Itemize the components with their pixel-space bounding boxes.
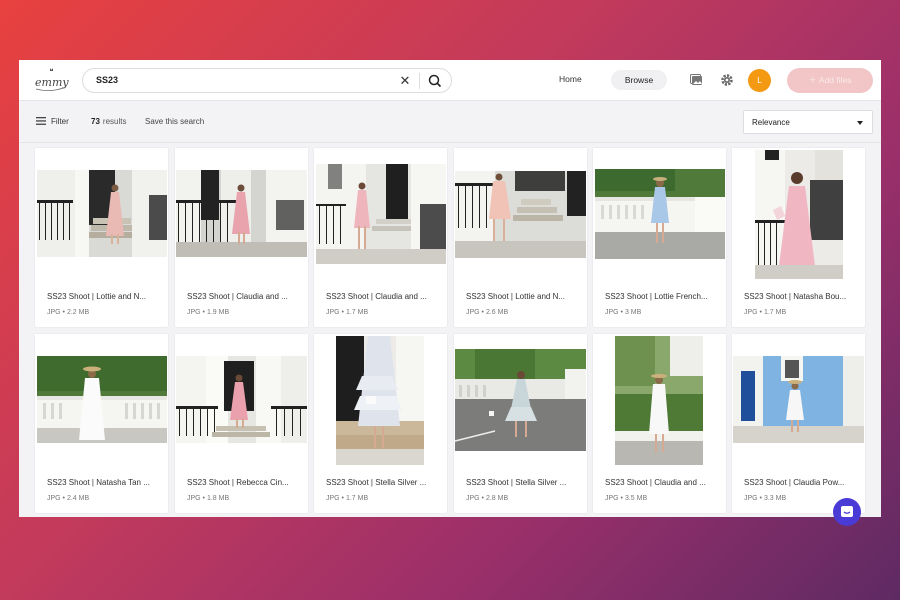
asset-card[interactable]: SS23 Shoot | Stella Silver ... JPG • 2.8… bbox=[454, 334, 587, 513]
nav-home[interactable]: Home bbox=[559, 74, 582, 84]
add-files-button[interactable]: ＋ Add files bbox=[787, 68, 873, 93]
asset-thumbnail[interactable] bbox=[455, 171, 586, 258]
app-window: emmy SS23 ✕ Home Browse L ＋ Add files Fi… bbox=[19, 60, 881, 517]
asset-title: SS23 Shoot | Claudia and ... bbox=[326, 292, 427, 301]
asset-thumbnail[interactable] bbox=[176, 356, 307, 443]
asset-thumbnail[interactable] bbox=[595, 169, 725, 259]
results-count: 73 results bbox=[91, 117, 126, 126]
search-bar[interactable]: SS23 ✕ bbox=[82, 68, 452, 93]
search-icon[interactable] bbox=[425, 72, 445, 90]
asset-meta: JPG • 2.2 MB bbox=[47, 309, 90, 316]
asset-card[interactable]: SS23 Shoot | Natasha Bou... JPG • 1.7 MB bbox=[732, 148, 865, 327]
search-input[interactable]: SS23 bbox=[96, 75, 118, 85]
filter-button[interactable]: Filter bbox=[36, 117, 69, 127]
asset-thumbnail[interactable] bbox=[615, 336, 703, 465]
asset-meta: JPG • 1.8 MB bbox=[187, 495, 230, 502]
nav-browse[interactable]: Browse bbox=[611, 70, 667, 90]
top-bar: emmy SS23 ✕ Home Browse L ＋ Add files bbox=[19, 60, 881, 101]
asset-title: SS23 Shoot | Lottie French... bbox=[605, 292, 708, 301]
asset-grid: SS23 Shoot | Lottie and N... JPG • 2.2 M… bbox=[35, 148, 875, 517]
chat-launcher[interactable] bbox=[833, 498, 861, 526]
asset-meta: JPG • 1.9 MB bbox=[187, 309, 230, 316]
logo-icon[interactable]: emmy bbox=[33, 65, 69, 95]
asset-title: SS23 Shoot | Claudia and ... bbox=[187, 292, 288, 301]
asset-thumbnail[interactable] bbox=[176, 170, 307, 257]
sort-value: Relevance bbox=[752, 118, 790, 127]
asset-title: SS23 Shoot | Rebecca Cin... bbox=[187, 478, 289, 487]
asset-meta: JPG • 2.6 MB bbox=[466, 309, 509, 316]
asset-thumbnail[interactable] bbox=[37, 170, 167, 257]
add-files-label: Add files bbox=[818, 75, 852, 85]
logo-text: emmy bbox=[35, 76, 69, 89]
asset-card[interactable]: SS23 Shoot | Claudia and ... JPG • 3.5 M… bbox=[593, 334, 726, 513]
asset-title: SS23 Shoot | Natasha Bou... bbox=[744, 292, 847, 301]
gallery-icon[interactable] bbox=[689, 72, 705, 88]
asset-meta: JPG • 1.7 MB bbox=[326, 309, 369, 316]
asset-title: SS23 Shoot | Natasha Tan ... bbox=[47, 478, 150, 487]
asset-meta: JPG • 2.4 MB bbox=[47, 495, 90, 502]
asset-thumbnail[interactable] bbox=[37, 356, 167, 443]
asset-title: SS23 Shoot | Lottie and N... bbox=[466, 292, 566, 301]
asset-meta: JPG • 1.7 MB bbox=[326, 495, 369, 502]
asset-thumbnail[interactable] bbox=[336, 336, 424, 465]
filter-label: Filter bbox=[51, 117, 69, 127]
asset-card[interactable]: SS23 Shoot | Lottie and N... JPG • 2.6 M… bbox=[454, 148, 587, 327]
filter-icon bbox=[36, 117, 46, 127]
asset-thumbnail[interactable] bbox=[455, 349, 586, 451]
plus-icon: ＋ bbox=[808, 75, 817, 85]
asset-title: SS23 Shoot | Claudia and ... bbox=[605, 478, 706, 487]
results-label: results bbox=[102, 117, 127, 126]
asset-card[interactable]: SS23 Shoot | Natasha Tan ... JPG • 2.4 M… bbox=[35, 334, 168, 513]
asset-title: SS23 Shoot | Stella Silver ... bbox=[466, 478, 567, 487]
asset-card[interactable]: SS23 Shoot | Lottie and N... JPG • 2.2 M… bbox=[35, 148, 168, 327]
asset-card[interactable]: SS23 Shoot | Claudia and ... JPG • 1.9 M… bbox=[175, 148, 308, 327]
asset-title: SS23 Shoot | Claudia Pow... bbox=[744, 478, 845, 487]
results-toolbar: Filter 73 results Save this search Releva… bbox=[19, 101, 881, 143]
asset-meta: JPG • 1.7 MB bbox=[744, 309, 787, 316]
asset-card[interactable]: SS23 Shoot | Lottie French... JPG • 3 MB bbox=[593, 148, 726, 327]
sort-select[interactable]: Relevance bbox=[743, 110, 873, 134]
asset-meta: JPG • 3.5 MB bbox=[605, 495, 648, 502]
close-icon[interactable]: ✕ bbox=[396, 72, 414, 90]
save-search-link[interactable]: Save this search bbox=[145, 117, 204, 126]
asset-thumbnail[interactable] bbox=[733, 356, 864, 443]
asset-thumbnail[interactable] bbox=[316, 164, 446, 264]
chevron-down-icon bbox=[857, 121, 863, 125]
asset-thumbnail[interactable] bbox=[755, 150, 843, 279]
results-number: 73 bbox=[91, 117, 100, 126]
search-divider bbox=[419, 73, 420, 89]
asset-title: SS23 Shoot | Stella Silver ... bbox=[326, 478, 427, 487]
asset-card[interactable]: SS23 Shoot | Claudia Pow... JPG • 3.3 MB bbox=[732, 334, 865, 513]
asset-meta: JPG • 3.3 MB bbox=[744, 495, 787, 502]
asset-meta: JPG • 3 MB bbox=[605, 309, 642, 316]
asset-card[interactable]: SS23 Shoot | Rebecca Cin... JPG • 1.8 MB bbox=[175, 334, 308, 513]
asset-meta: JPG • 2.8 MB bbox=[466, 495, 509, 502]
gear-icon[interactable] bbox=[719, 72, 735, 88]
asset-card[interactable]: SS23 Shoot | Claudia and ... JPG • 1.7 M… bbox=[314, 148, 447, 327]
asset-card[interactable]: SS23 Shoot | Stella Silver ... JPG • 1.7… bbox=[314, 334, 447, 513]
avatar[interactable]: L bbox=[748, 69, 771, 92]
asset-title: SS23 Shoot | Lottie and N... bbox=[47, 292, 147, 301]
chat-icon bbox=[833, 506, 861, 530]
